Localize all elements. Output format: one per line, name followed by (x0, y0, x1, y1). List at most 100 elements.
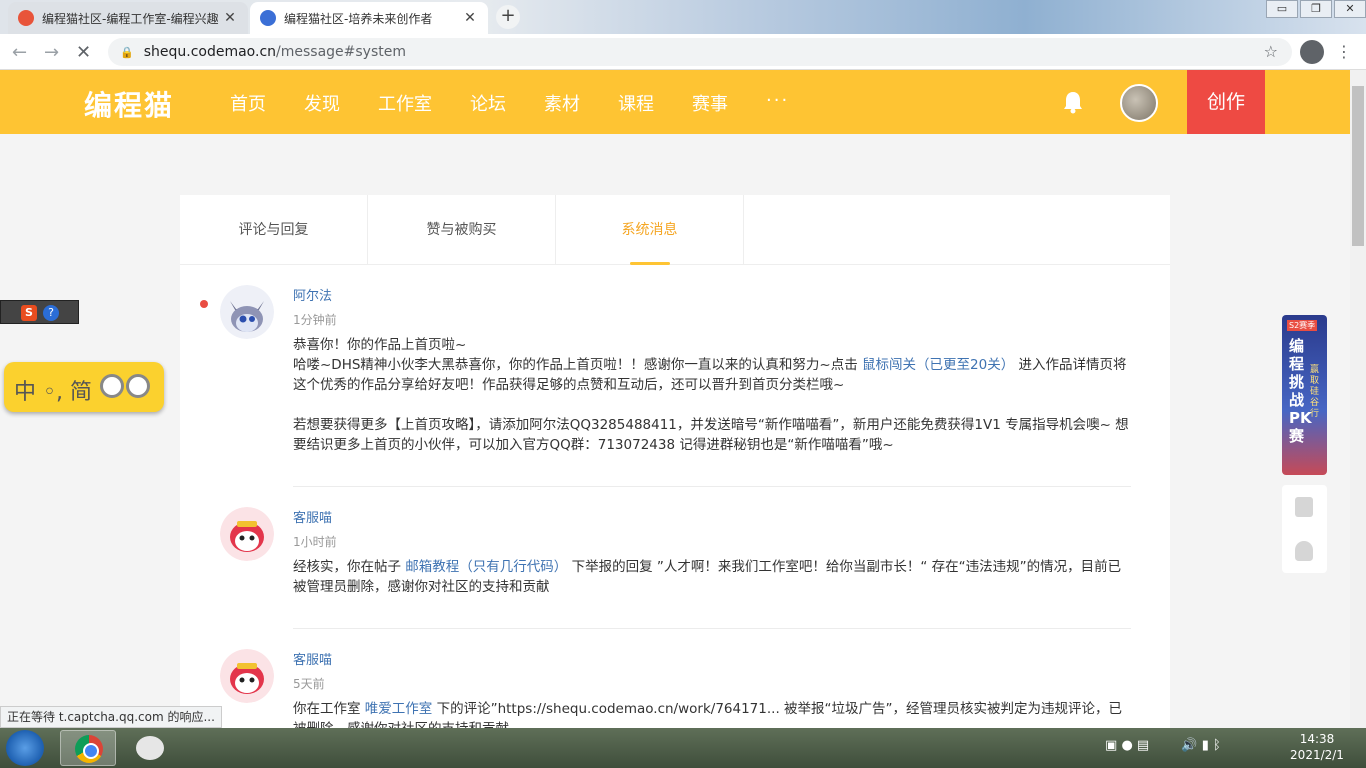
message-line: 恭喜你！你的作品上首页啦~ (293, 337, 467, 353)
create-button[interactable]: 创作 (1187, 70, 1265, 134)
ime-toolbar[interactable]: S ? (0, 300, 79, 324)
tab-title: 编程猫社区-编程工作室-编程兴趣 (42, 11, 219, 26)
service-cat-avatar-icon (220, 649, 274, 703)
bookmark-star-icon[interactable]: ☆ (1264, 42, 1278, 61)
lock-icon: 🔒 (120, 45, 134, 59)
help-icon[interactable]: ? (43, 305, 59, 321)
codemao-favicon (260, 10, 276, 26)
tab-title: 编程猫社区-培养未来创作者 (284, 11, 433, 26)
minion-eyes-icon (100, 374, 152, 398)
browser-menu-icon[interactable]: ⋮ (1336, 42, 1352, 61)
tab-likes-purchases[interactable]: 赞与被购买 (368, 195, 556, 265)
message-time: 5天前 (293, 677, 325, 691)
nav-item-events[interactable]: 赛事 (692, 90, 728, 116)
bell-icon[interactable] (1062, 90, 1084, 114)
nav-item-courses[interactable]: 课程 (618, 90, 654, 116)
minimize-button[interactable]: ▭ (1266, 0, 1298, 18)
message-paragraph: 若想要获得更多【上首页攻略】，请添加阿尔法QQ3285488411，并发送暗号“… (293, 417, 1129, 453)
message-time: 1小时前 (293, 535, 337, 549)
avatar[interactable] (220, 649, 274, 703)
browser-toolbar: ← → ✕ 🔒 shequ.codemao.cn /message#system… (0, 34, 1366, 70)
close-icon[interactable]: ✕ (462, 10, 478, 26)
sender-name[interactable]: 客服喵 (293, 649, 332, 668)
unread-dot (200, 300, 208, 308)
nav-item-home[interactable]: 首页 (230, 90, 266, 116)
signal-icon[interactable]: ▮ (1202, 738, 1209, 753)
message-body: 恭喜你！你的作品上首页啦~ 哈喽~DHS精神小伙李大黑恭喜你，你的作品上首页啦！… (293, 335, 1131, 455)
avatar[interactable] (220, 507, 274, 561)
divider (293, 628, 1131, 629)
work-link[interactable]: 鼠标闯关（已更至20关） (862, 357, 1014, 373)
url-path: /message#system (276, 44, 406, 60)
system-tray: ▣ ● ▤ 🔊 ▮ ᛒ (1105, 738, 1221, 753)
close-icon[interactable]: ✕ (222, 10, 238, 26)
nav-more-icon[interactable]: ··· (766, 90, 789, 116)
sogou-icon[interactable]: S (21, 305, 37, 321)
message-card: 评论与回复 赞与被购买 系统消息 阿尔法 1分钟前 恭喜你！你的作品上首页啦~ … (180, 195, 1170, 737)
start-button[interactable] (6, 730, 44, 766)
volume-icon[interactable]: 🔊 (1181, 738, 1197, 753)
nav-item-assets[interactable]: 素材 (544, 90, 580, 116)
message-time: 1分钟前 (293, 313, 337, 327)
pk-contest-banner[interactable]: S2赛季 编程挑战PK赛 赢取硅谷行 (1282, 315, 1327, 475)
tray-app-icon[interactable]: ▣ (1105, 738, 1117, 753)
main-nav: 首页 发现 工作室 论坛 素材 课程 赛事 ··· (230, 90, 789, 116)
cat-avatar-icon (220, 285, 274, 339)
back-arrow-icon[interactable]: ← (12, 42, 27, 63)
qq-icon[interactable] (1295, 541, 1313, 561)
message-text: 哈喽~DHS精神小伙李大黑恭喜你，你的作品上首页啦！！感谢你一直以来的认真和努力… (293, 357, 858, 373)
banner-subtitle: 赢取硅谷行 (1310, 365, 1320, 419)
message-text: 你在工作室 (293, 701, 361, 717)
message-paragraph: 哈喽~DHS精神小伙李大黑恭喜你，你的作品上首页啦！！感谢你一直以来的认真和努力… (293, 355, 1131, 395)
nav-item-discover[interactable]: 发现 (304, 90, 340, 116)
address-bar[interactable]: 🔒 shequ.codemao.cn /message#system ☆ (108, 38, 1292, 66)
nav-item-forum[interactable]: 论坛 (470, 90, 506, 116)
profile-icon[interactable] (1300, 40, 1324, 64)
message-text: 经核实，你在帖子 (293, 559, 401, 575)
loading-status: 正在等待 t.captcha.qq.com 的响应... (0, 706, 222, 728)
stop-loading-icon[interactable]: ✕ (76, 42, 91, 63)
new-tab-button[interactable]: + (496, 5, 520, 29)
page-scrollbar[interactable] (1350, 70, 1366, 728)
sender-name[interactable]: 阿尔法 (293, 285, 332, 304)
mobile-app-icon[interactable] (1295, 497, 1313, 517)
clock-date: 2021/2/1 (1290, 748, 1344, 762)
forward-arrow-icon[interactable]: → (44, 42, 59, 63)
season-badge: S2赛季 (1287, 320, 1318, 331)
sender-name[interactable]: 客服喵 (293, 507, 332, 526)
codemao-favicon (18, 10, 34, 26)
clock-time: 14:38 (1299, 732, 1335, 746)
nav-item-studio[interactable]: 工作室 (378, 90, 432, 116)
tab-system-messages[interactable]: 系统消息 (556, 195, 744, 265)
studio-link[interactable]: 唯爱工作室 (365, 701, 433, 717)
chrome-icon (75, 735, 103, 763)
maximize-button[interactable]: ❐ (1300, 0, 1332, 18)
tray-network-icon[interactable]: ▤ (1137, 738, 1149, 753)
browser-tab-1[interactable]: 编程猫社区-编程工作室-编程兴趣 ✕ (8, 2, 248, 34)
window-controls: ▭ ❐ ✕ (1264, 0, 1366, 18)
avatar[interactable] (220, 285, 274, 339)
message-tabs: 评论与回复 赞与被购买 系统消息 (180, 195, 1170, 265)
close-window-button[interactable]: ✕ (1334, 0, 1366, 18)
site-logo[interactable]: 编程猫 (84, 84, 174, 124)
browser-tab-2[interactable]: 编程猫社区-培养未来创作者 ✕ (250, 2, 488, 34)
message-body: 经核实，你在帖子 邮箱教程（只有几行代码） 下举报的回复 ”人才啊！来我们工作室… (293, 557, 1131, 597)
user-avatar[interactable] (1120, 84, 1158, 122)
taskbar-clock[interactable]: 14:38 2021/2/1 (1282, 731, 1352, 763)
taskbar-chrome[interactable] (60, 730, 116, 766)
tab-comments-replies[interactable]: 评论与回复 (180, 195, 368, 265)
bluetooth-icon[interactable]: ᛒ (1213, 738, 1221, 753)
scrollbar-thumb[interactable] (1352, 86, 1364, 246)
taskbar-wechat[interactable] (122, 730, 178, 766)
ime-status-pill[interactable]: 中 ◦, 简 (4, 362, 164, 412)
post-link[interactable]: 邮箱教程（只有几行代码） (405, 559, 567, 575)
ime-mode-text: 中 ◦, 简 (14, 380, 92, 405)
side-toolbar (1282, 485, 1327, 573)
tray-wechat-icon[interactable]: ● (1121, 738, 1132, 753)
wechat-icon (136, 736, 164, 760)
service-cat-avatar-icon (220, 507, 274, 561)
browser-tabstrip: 编程猫社区-编程工作室-编程兴趣 ✕ 编程猫社区-培养未来创作者 ✕ + ▭ ❐… (0, 0, 1366, 34)
banner-title: 编程挑战PK赛 (1289, 337, 1312, 445)
taskbar: ▣ ● ▤ 🔊 ▮ ᛒ 14:38 2021/2/1 (0, 728, 1366, 768)
